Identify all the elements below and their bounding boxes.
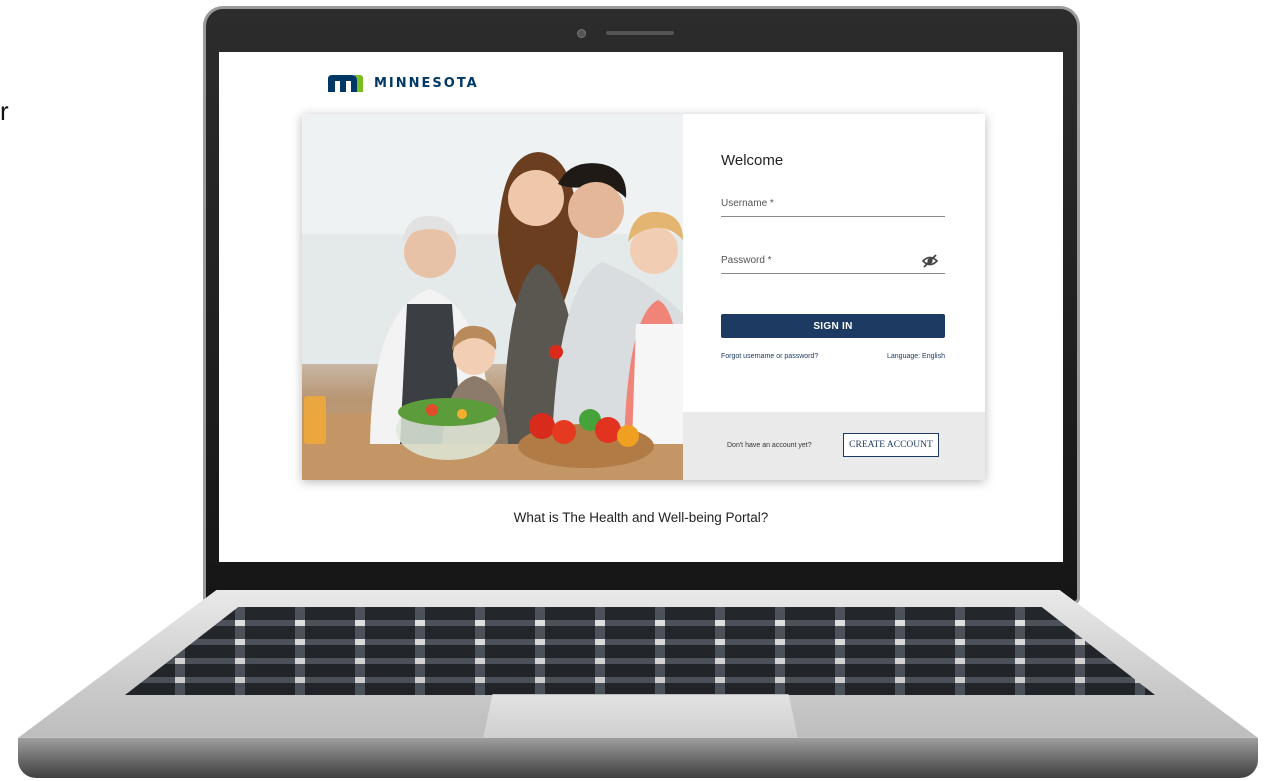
laptop-screen: MINNESOTA Welcome Username * Password * … xyxy=(219,52,1063,562)
username-label: Username * xyxy=(721,198,774,209)
create-account-button[interactable]: CREATE ACCOUNT xyxy=(843,433,939,457)
password-label: Password * xyxy=(721,255,772,266)
sign-in-button[interactable]: SIGN IN xyxy=(721,314,945,338)
webcam-bar xyxy=(606,31,674,35)
keyboard xyxy=(125,607,1155,695)
eye-slash-icon[interactable] xyxy=(921,253,939,269)
webcam-icon xyxy=(577,29,586,38)
what-is-portal-link[interactable]: What is The Health and Well-being Portal… xyxy=(219,510,1063,525)
welcome-heading: Welcome xyxy=(721,152,784,169)
password-input[interactable]: Password * xyxy=(721,253,945,274)
login-links: Forgot username or password? Language: E… xyxy=(721,353,945,360)
logo-text: MINNESOTA xyxy=(374,75,479,91)
no-account-text: Don't have an account yet? xyxy=(727,442,812,449)
trackpad xyxy=(483,694,798,739)
photo-illustration xyxy=(302,114,683,480)
stray-text-fragment: r xyxy=(0,96,9,126)
minnesota-logo[interactable]: MINNESOTA xyxy=(326,72,479,94)
login-form: Welcome Username * Password * SIGN IN Fo… xyxy=(683,114,985,412)
family-cooking-photo xyxy=(302,114,683,480)
username-input[interactable]: Username * xyxy=(721,196,945,217)
create-account-panel: Don't have an account yet? CREATE ACCOUN… xyxy=(683,412,985,480)
forgot-credentials-link[interactable]: Forgot username or password? xyxy=(721,353,818,360)
mn-logo-icon xyxy=(328,75,363,92)
laptop-base-edge xyxy=(18,738,1258,778)
login-card: Welcome Username * Password * SIGN IN Fo… xyxy=(302,114,985,480)
language-selector[interactable]: Language: English xyxy=(887,353,945,360)
